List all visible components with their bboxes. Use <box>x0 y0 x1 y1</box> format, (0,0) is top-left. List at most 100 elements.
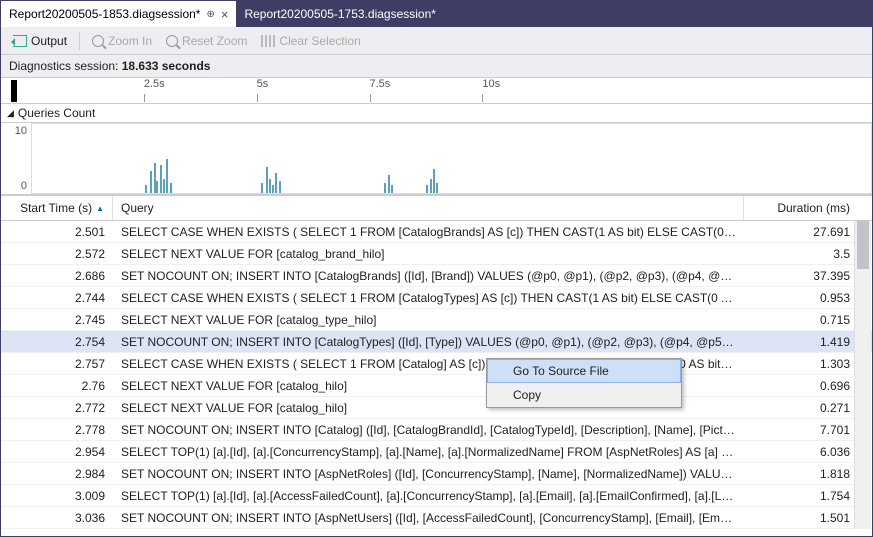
cell-query: SET NOCOUNT ON; INSERT INTO [Catalog] ([… <box>113 423 744 437</box>
cell-query: SELECT CASE WHEN EXISTS ( SELECT 1 FROM … <box>113 291 744 305</box>
output-button[interactable]: Output <box>7 32 73 50</box>
table-row[interactable]: 2.76SELECT NEXT VALUE FOR [catalog_hilo]… <box>1 375 872 397</box>
clear-selection-button[interactable]: Clear Selection <box>255 32 366 50</box>
chart-bar <box>160 165 162 193</box>
chart-bar <box>272 185 274 193</box>
ruler-tick: 10s <box>482 78 500 90</box>
ruler-tick: 2.5s <box>144 78 165 90</box>
cell-duration: 0.271 <box>744 401 872 415</box>
table-row[interactable]: 3.009SELECT TOP(1) [a].[Id], [a].[Access… <box>1 485 872 507</box>
chart-y-max: 10 <box>15 125 27 137</box>
chart-body <box>31 123 872 194</box>
chart-bar <box>261 183 263 193</box>
cell-query: SET NOCOUNT ON; INSERT INTO [CatalogBran… <box>113 269 744 283</box>
queries-count-chart[interactable]: 10 0 <box>1 123 872 195</box>
chart-bar <box>163 179 165 193</box>
table-row[interactable]: 3.036SET NOCOUNT ON; INSERT INTO [AspNet… <box>1 507 872 529</box>
toolbar: Output Zoom In Reset Zoom Clear Selectio… <box>1 27 872 55</box>
cell-duration: 7.701 <box>744 423 872 437</box>
table-row[interactable]: 2.686SET NOCOUNT ON; INSERT INTO [Catalo… <box>1 265 872 287</box>
context-menu: Go To Source File Copy <box>486 358 682 408</box>
clear-selection-icon <box>261 35 275 47</box>
timeline-ruler[interactable]: 2.5s5s7.5s10s <box>1 78 872 104</box>
cell-start-time: 2.754 <box>1 335 113 349</box>
cell-query: SET NOCOUNT ON; INSERT INTO [CatalogType… <box>113 335 744 349</box>
table-row[interactable]: 2.984SET NOCOUNT ON; INSERT INTO [AspNet… <box>1 463 872 485</box>
cell-duration: 0.715 <box>744 313 872 327</box>
chart-bar <box>150 171 152 193</box>
cell-duration: 3.5 <box>744 247 872 261</box>
collapse-icon: ◢ <box>7 108 14 119</box>
queries-count-section-header[interactable]: ◢ Queries Count <box>1 104 872 123</box>
cell-query: SELECT TOP(1) [a].[Id], [a].[Concurrency… <box>113 445 744 459</box>
tab-label: Report20200505-1753.diagsession* <box>244 7 435 21</box>
chart-bar <box>166 159 168 193</box>
cell-duration: 1.754 <box>744 489 872 503</box>
table-row[interactable]: 2.501SELECT CASE WHEN EXISTS ( SELECT 1 … <box>1 221 872 243</box>
cell-duration: 0.696 <box>744 379 872 393</box>
tab-bar: Report20200505-1853.diagsession*⊕×Report… <box>1 1 872 27</box>
chart-bar <box>426 185 428 193</box>
chart-bar <box>269 179 271 193</box>
copy-menuitem[interactable]: Copy <box>487 383 681 407</box>
timeline-start-marker <box>11 80 17 102</box>
chart-bar <box>433 169 435 193</box>
clear-selection-label: Clear Selection <box>279 34 360 48</box>
cell-duration: 37.395 <box>744 269 872 283</box>
chart-bar <box>430 179 432 193</box>
table-row[interactable]: 2.744SELECT CASE WHEN EXISTS ( SELECT 1 … <box>1 287 872 309</box>
table-row[interactable]: 2.745SELECT NEXT VALUE FOR [catalog_type… <box>1 309 872 331</box>
cell-query: SELECT CASE WHEN EXISTS ( SELECT 1 FROM … <box>113 225 744 239</box>
cell-start-time: 2.501 <box>1 225 113 239</box>
cell-duration: 6.036 <box>744 445 872 459</box>
col-query[interactable]: Query <box>113 196 744 220</box>
grid-header: Start Time (s) ▲ Query Duration (ms) <box>1 195 872 221</box>
chart-bar <box>279 181 281 193</box>
chart-bar <box>391 185 393 193</box>
close-icon[interactable]: × <box>221 7 229 22</box>
col-start-label: Start Time (s) <box>20 201 92 215</box>
tab-0[interactable]: Report20200505-1853.diagsession* ⊕ × <box>1 1 236 27</box>
col-duration[interactable]: Duration (ms) <box>744 196 872 220</box>
table-row[interactable]: 2.772SELECT NEXT VALUE FOR [catalog_hilo… <box>1 397 872 419</box>
chart-y-axis: 10 0 <box>1 123 31 194</box>
output-label: Output <box>31 34 67 48</box>
goto-source-menuitem[interactable]: Go To Source File <box>487 359 681 383</box>
chart-y-min: 0 <box>21 180 27 192</box>
scrollbar-thumb[interactable] <box>857 221 869 269</box>
table-row[interactable]: 2.572SELECT NEXT VALUE FOR [catalog_bran… <box>1 243 872 265</box>
table-row[interactable]: 2.757SELECT CASE WHEN EXISTS ( SELECT 1 … <box>1 353 872 375</box>
col-start-time[interactable]: Start Time (s) ▲ <box>1 196 113 220</box>
chart-bar <box>170 183 172 193</box>
cell-start-time: 2.76 <box>1 379 113 393</box>
sort-ascending-icon: ▲ <box>96 204 104 213</box>
tab-label: Report20200505-1853.diagsession* <box>9 7 200 21</box>
cell-query: SET NOCOUNT ON; INSERT INTO [AspNetUsers… <box>113 511 744 525</box>
cell-start-time: 3.036 <box>1 511 113 525</box>
toolbar-separator <box>79 32 80 50</box>
session-value: 18.633 seconds <box>122 59 211 73</box>
table-row[interactable]: 2.954SELECT TOP(1) [a].[Id], [a].[Concur… <box>1 441 872 463</box>
reset-zoom-button[interactable]: Reset Zoom <box>160 32 253 50</box>
tab-1[interactable]: Report20200505-1753.diagsession* <box>236 1 443 27</box>
table-row[interactable]: 2.754SET NOCOUNT ON; INSERT INTO [Catalo… <box>1 331 872 353</box>
col-duration-label: Duration (ms) <box>777 201 850 215</box>
cell-start-time: 2.772 <box>1 401 113 415</box>
cell-duration: 0.953 <box>744 291 872 305</box>
vertical-scrollbar[interactable] <box>854 221 871 529</box>
pin-icon[interactable]: ⊕ <box>206 9 214 20</box>
zoom-in-button[interactable]: Zoom In <box>86 32 158 50</box>
cell-duration: 1.818 <box>744 467 872 481</box>
cell-start-time: 2.757 <box>1 357 113 371</box>
cell-start-time: 2.686 <box>1 269 113 283</box>
ruler-tick: 5s <box>257 78 269 90</box>
session-header: Diagnostics session: 18.633 seconds <box>1 55 872 78</box>
cell-start-time: 2.984 <box>1 467 113 481</box>
chart-bar <box>388 175 390 193</box>
chart-bar <box>384 183 386 193</box>
cell-start-time: 2.954 <box>1 445 113 459</box>
reset-zoom-label: Reset Zoom <box>182 34 247 48</box>
table-row[interactable]: 2.778SET NOCOUNT ON; INSERT INTO [Catalo… <box>1 419 872 441</box>
cell-duration: 1.419 <box>744 335 872 349</box>
chart-bar <box>436 183 438 193</box>
